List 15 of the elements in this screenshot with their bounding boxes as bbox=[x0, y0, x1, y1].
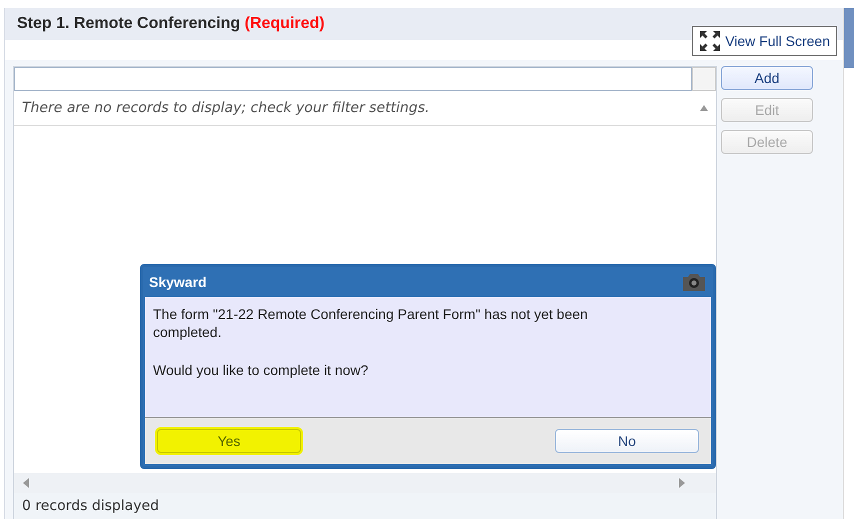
camera-icon[interactable] bbox=[681, 272, 707, 292]
dialog-message: The form "21-22 Remote Conferencing Parent Form" has not yet been completed. bbox=[153, 305, 589, 341]
records-count: 0 records displayed bbox=[22, 498, 160, 514]
dialog-title: Skyward bbox=[149, 274, 207, 290]
dialog-button[interactable]: No bbox=[555, 429, 699, 453]
empty-message: There are no records to display; check your filter settings. bbox=[21, 100, 430, 116]
dialog-button[interactable]: Yes bbox=[157, 429, 301, 453]
full-screen-button[interactable]: View Full Screen bbox=[692, 26, 837, 56]
expand-icon bbox=[699, 30, 722, 52]
panel-title: Step 1. Remote Conferencing (Required) bbox=[17, 15, 325, 33]
action-button[interactable]: Add bbox=[721, 66, 813, 90]
dialog-question: Would you like to complete it now? bbox=[153, 361, 370, 379]
scroll-right-icon[interactable] bbox=[678, 478, 686, 488]
scroll-up-icon[interactable] bbox=[700, 103, 708, 113]
scroll-left-icon[interactable] bbox=[22, 478, 30, 488]
